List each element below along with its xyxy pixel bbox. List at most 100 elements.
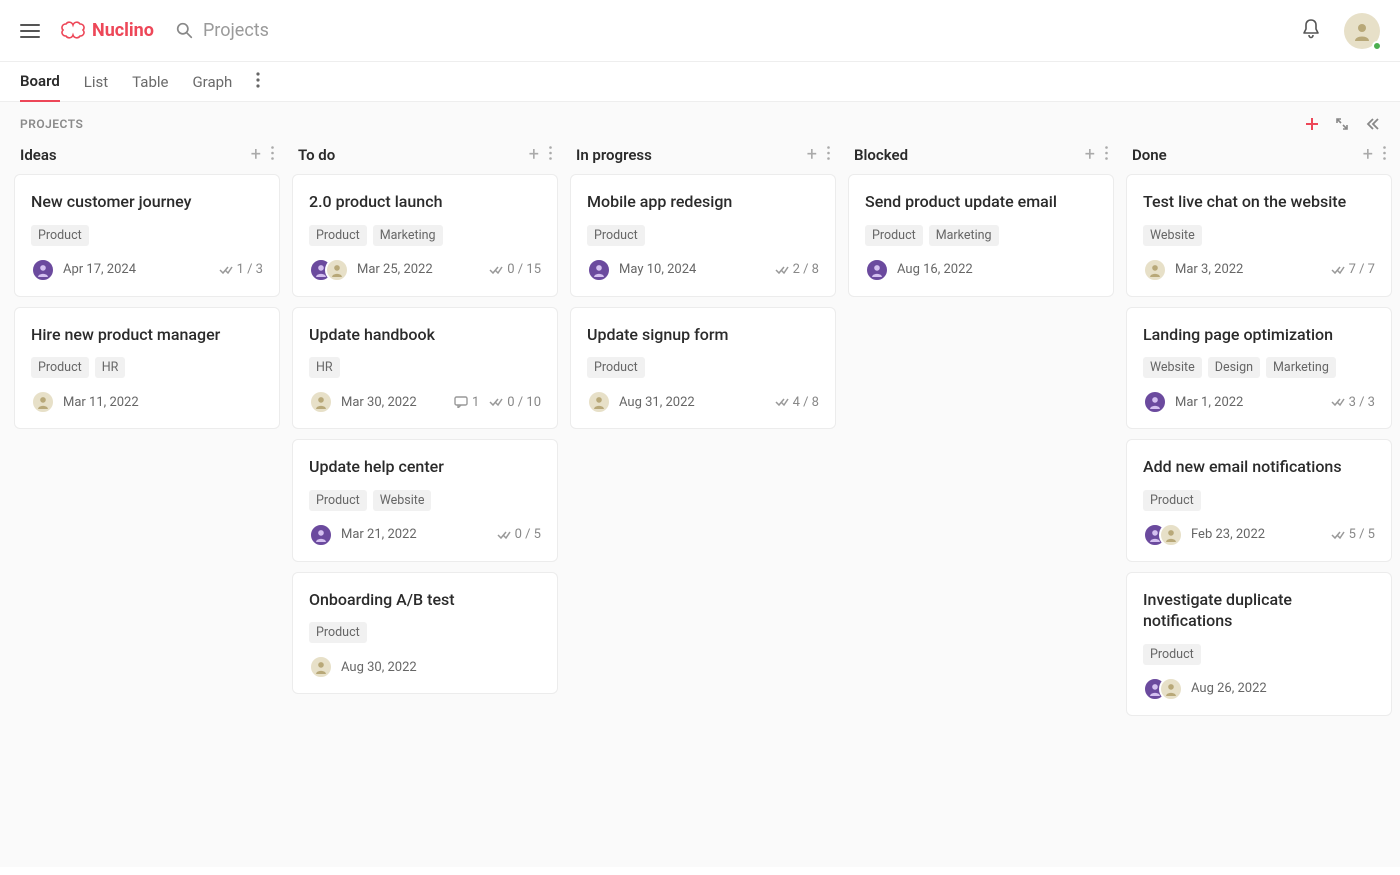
- tag-list: ProductWebsite: [309, 490, 541, 511]
- tab-more-icon[interactable]: [256, 72, 260, 92]
- add-item-icon[interactable]: [1304, 116, 1320, 132]
- tag-list: Product: [1143, 644, 1375, 665]
- card[interactable]: Onboarding A/B testProductAug 30, 2022: [292, 572, 558, 695]
- card-title: Test live chat on the website: [1143, 191, 1375, 213]
- person-icon: [1352, 21, 1372, 41]
- tag: Product: [309, 490, 367, 511]
- column-menu-icon[interactable]: [549, 146, 552, 164]
- column-blocked: Blocked + Send product update email Product…: [848, 138, 1114, 847]
- menu-icon[interactable]: [20, 24, 40, 38]
- card[interactable]: Investigate duplicate notificationsProdu…: [1126, 572, 1392, 716]
- card-footer: Mar 30, 202210 / 10: [309, 390, 541, 414]
- tag-list: Product: [1143, 490, 1375, 511]
- add-card-icon[interactable]: +: [1363, 146, 1373, 164]
- tag: Product: [1143, 490, 1201, 511]
- column-name: Ideas: [20, 146, 57, 164]
- card[interactable]: Send product update email ProductMarketin…: [848, 174, 1114, 297]
- assignee-avatar: [587, 258, 611, 282]
- user-avatar[interactable]: [1344, 13, 1380, 49]
- tag-list: Product: [587, 225, 819, 246]
- column-menu-icon[interactable]: [1383, 146, 1386, 164]
- card-title: Add new email notifications: [1143, 456, 1375, 478]
- card[interactable]: Add new email notificationsProductFeb 23…: [1126, 439, 1392, 562]
- card[interactable]: Hire new product managerProductHRMar 11,…: [14, 307, 280, 430]
- tag: Marketing: [373, 225, 443, 246]
- tag: Website: [1143, 225, 1202, 246]
- checklist-progress: 2 / 8: [775, 262, 819, 277]
- tag: Product: [31, 357, 89, 378]
- search-box[interactable]: Projects: [176, 20, 269, 41]
- tab-table[interactable]: Table: [132, 63, 168, 101]
- column-menu-icon[interactable]: [1105, 146, 1108, 164]
- tag: Product: [587, 225, 645, 246]
- column-name: To do: [298, 146, 335, 164]
- card[interactable]: Landing page optimization WebsiteDesignMa…: [1126, 307, 1392, 430]
- card-date: Mar 21, 2022: [341, 527, 417, 542]
- column-name: In progress: [576, 146, 652, 164]
- tag: Marketing: [1266, 357, 1336, 378]
- hide-panel-icon[interactable]: [1364, 116, 1380, 132]
- card[interactable]: New customer journey Product Apr 17, 2024 1…: [14, 174, 280, 297]
- tab-board[interactable]: Board: [20, 62, 60, 102]
- assignee-avatar: [31, 390, 55, 414]
- card[interactable]: Update handbookHRMar 30, 202210 / 10: [292, 307, 558, 430]
- card-date: Aug 30, 2022: [341, 660, 417, 675]
- card-footer: Apr 17, 2024 1 / 3: [31, 258, 263, 282]
- tag-list: Product HR: [31, 357, 263, 378]
- card-title: New customer journey: [31, 191, 263, 213]
- tag-list: Product: [309, 622, 541, 643]
- add-card-icon[interactable]: +: [529, 146, 539, 164]
- column-menu-icon[interactable]: [271, 146, 274, 164]
- card-footer: Mar 1, 20223 / 3: [1143, 390, 1375, 414]
- tag: HR: [95, 357, 126, 378]
- column-menu-icon[interactable]: [827, 146, 830, 164]
- collapse-icon[interactable]: [1334, 116, 1350, 132]
- card-date: Aug 26, 2022: [1191, 681, 1267, 696]
- card-date: Mar 3, 2022: [1175, 262, 1243, 277]
- assignees: [1143, 523, 1183, 547]
- tag: Product: [31, 225, 89, 246]
- checklist-progress: 0 / 15: [489, 262, 541, 277]
- checklist-progress: 4 / 8: [775, 395, 819, 410]
- column-name: Blocked: [854, 146, 908, 164]
- card-date: Aug 31, 2022: [619, 395, 695, 410]
- card-footer: May 10, 2024 2 / 8: [587, 258, 819, 282]
- brand-name: Nuclino: [92, 20, 154, 41]
- add-card-icon[interactable]: +: [251, 146, 261, 164]
- checklist-progress: 3 / 3: [1331, 395, 1375, 410]
- card-title: Send product update email: [865, 191, 1097, 213]
- column-header: In progress +: [570, 138, 836, 174]
- board-header: PROJECTS: [0, 102, 1400, 138]
- tag-list: Website: [1143, 225, 1375, 246]
- card-title: Landing page optimization: [1143, 324, 1375, 346]
- card-title: Update help center: [309, 456, 541, 478]
- card[interactable]: Test live chat on the website Website Mar …: [1126, 174, 1392, 297]
- view-tabs: Board List Table Graph: [0, 62, 1400, 102]
- brand-logo[interactable]: Nuclino: [60, 20, 154, 41]
- card[interactable]: Update help center ProductWebsite Mar 21, …: [292, 439, 558, 562]
- tab-list[interactable]: List: [84, 63, 108, 101]
- assignees: [587, 258, 611, 282]
- card[interactable]: 2.0 product launchProductMarketingMar 25…: [292, 174, 558, 297]
- card-date: Apr 17, 2024: [63, 262, 136, 277]
- tag-list: HR: [309, 357, 541, 378]
- tag: Product: [309, 225, 367, 246]
- checklist-progress: 7 / 7: [1331, 262, 1375, 277]
- card-date: May 10, 2024: [619, 262, 696, 277]
- checklist-progress: 1 / 3: [219, 262, 263, 277]
- card-footer: Mar 3, 2022 7 / 7: [1143, 258, 1375, 282]
- card[interactable]: Mobile app redesignProductMay 10, 20242 …: [570, 174, 836, 297]
- add-card-icon[interactable]: +: [1085, 146, 1095, 164]
- notifications-icon[interactable]: [1302, 19, 1320, 43]
- card[interactable]: Update signup formProductAug 31, 20224 /…: [570, 307, 836, 430]
- column-header: To do +: [292, 138, 558, 174]
- tab-graph[interactable]: Graph: [192, 63, 232, 101]
- tag-list: WebsiteDesignMarketing: [1143, 357, 1375, 378]
- add-card-icon[interactable]: +: [807, 146, 817, 164]
- column-ideas: Ideas + New customer journey Product Apr 17,…: [14, 138, 280, 847]
- tag: Product: [587, 357, 645, 378]
- card-title: 2.0 product launch: [309, 191, 541, 213]
- search-icon: [176, 22, 193, 39]
- tag: Product: [1143, 644, 1201, 665]
- tag-list: ProductMarketing: [865, 225, 1097, 246]
